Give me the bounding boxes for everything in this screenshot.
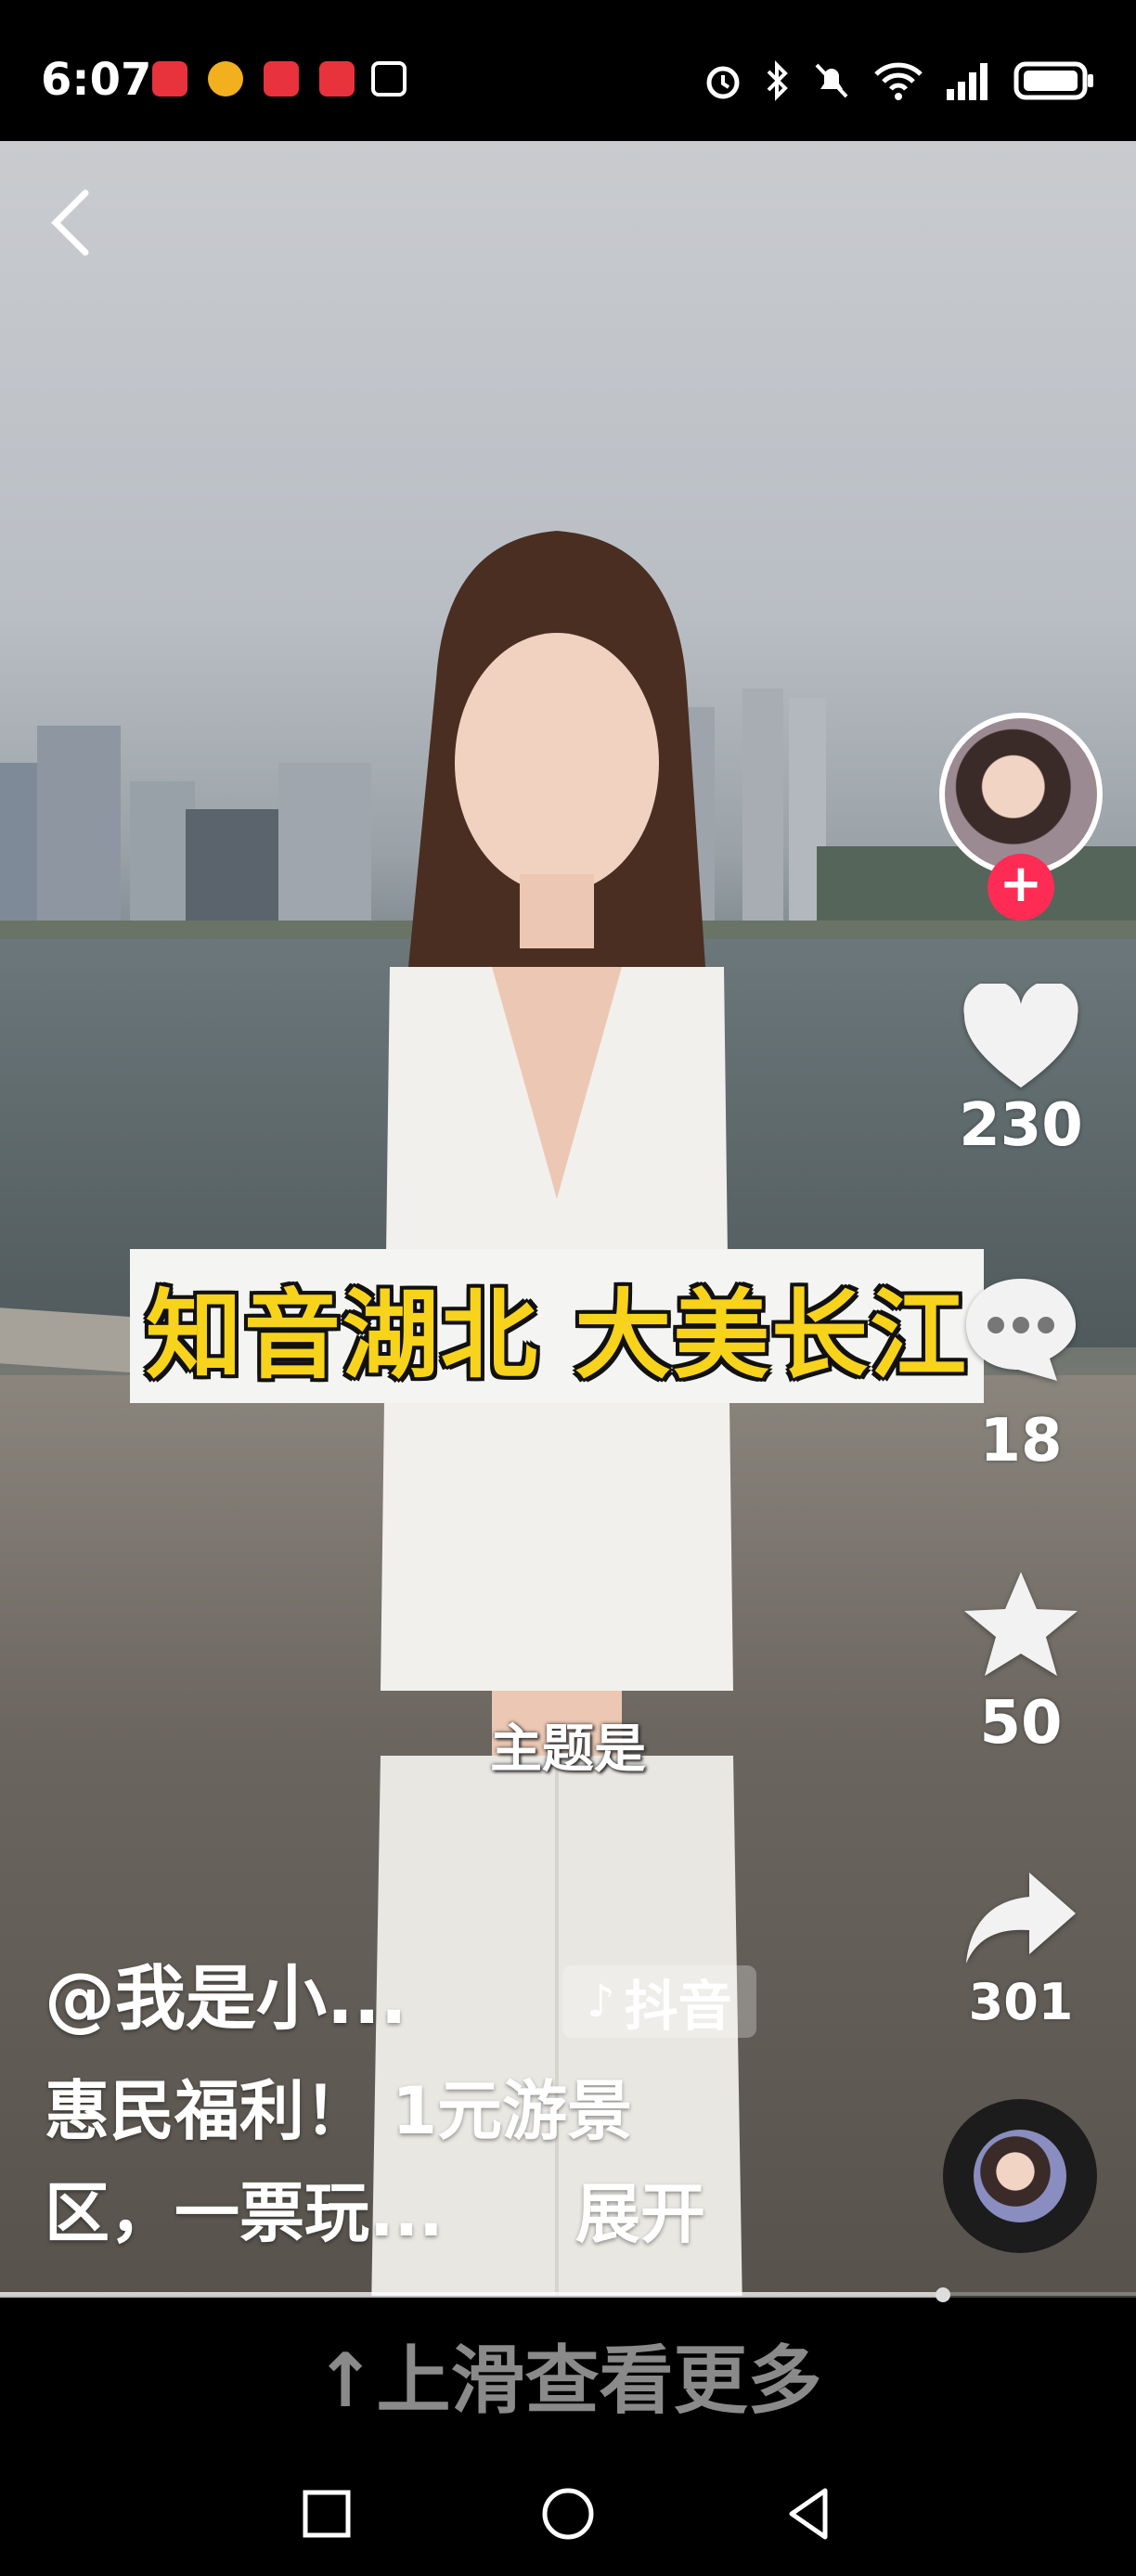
share-button[interactable]: 301 xyxy=(937,1867,1104,2031)
like-count: 230 xyxy=(959,1091,1083,1160)
music-cover xyxy=(974,2130,1066,2222)
expand-button[interactable]: 展开 xyxy=(575,2162,705,2256)
swipe-up-hint[interactable]: ↑上滑查看更多 xyxy=(0,2305,1136,2444)
douyin-logo-icon: ♪ xyxy=(587,1976,615,2028)
share-count: 301 xyxy=(968,1973,1074,2031)
video-progress-knob[interactable] xyxy=(935,2287,950,2302)
system-nav-bar xyxy=(0,2444,1136,2576)
comment-button[interactable]: 18 xyxy=(937,1273,1104,1475)
video-progress-fill xyxy=(0,2292,943,2298)
douyin-badge: ♪ 抖音 xyxy=(562,1965,756,2038)
huawei-store-icon xyxy=(152,61,187,97)
author-name[interactable]: @我是小... xyxy=(45,1941,407,2043)
status-time: 6:07 xyxy=(41,54,152,106)
home-button[interactable] xyxy=(536,2481,600,2546)
comment-icon xyxy=(966,1279,1076,1381)
huawei-app-icon xyxy=(319,61,355,97)
recent-apps-button[interactable] xyxy=(294,2481,359,2546)
back-nav-button[interactable] xyxy=(777,2481,842,2546)
back-button[interactable] xyxy=(43,186,98,260)
heart-icon xyxy=(963,984,1078,1088)
wifi-icon xyxy=(874,62,923,100)
caption-text: 知音湖北 大美长江 xyxy=(145,1278,969,1392)
share-arrow-icon xyxy=(966,1873,1076,1964)
weibo-icon xyxy=(208,61,243,97)
follow-button[interactable]: + xyxy=(988,854,1054,921)
signal-icon xyxy=(947,63,988,100)
alarm-icon xyxy=(706,66,740,99)
status-bar: 6:07 xyxy=(0,0,1136,141)
bluetooth-icon xyxy=(767,60,788,101)
comment-count: 18 xyxy=(979,1407,1063,1475)
music-disc[interactable] xyxy=(943,2099,1097,2253)
battery-icon xyxy=(1013,61,1093,100)
video-caption-banner: 知音湖北 大美长江 xyxy=(130,1249,984,1403)
video-progress-bar[interactable] xyxy=(0,2287,1136,2302)
star-icon xyxy=(964,1572,1078,1676)
author-avatar[interactable] xyxy=(939,713,1103,876)
favorite-button[interactable]: 50 xyxy=(937,1568,1104,1758)
nfc-icon xyxy=(371,61,407,97)
favorite-count: 50 xyxy=(979,1689,1063,1758)
douyin-badge-label: 抖音 xyxy=(624,1975,732,2038)
huawei-mail-icon xyxy=(264,61,299,97)
mute-icon xyxy=(815,63,848,98)
like-button[interactable]: 230 xyxy=(937,984,1104,1160)
